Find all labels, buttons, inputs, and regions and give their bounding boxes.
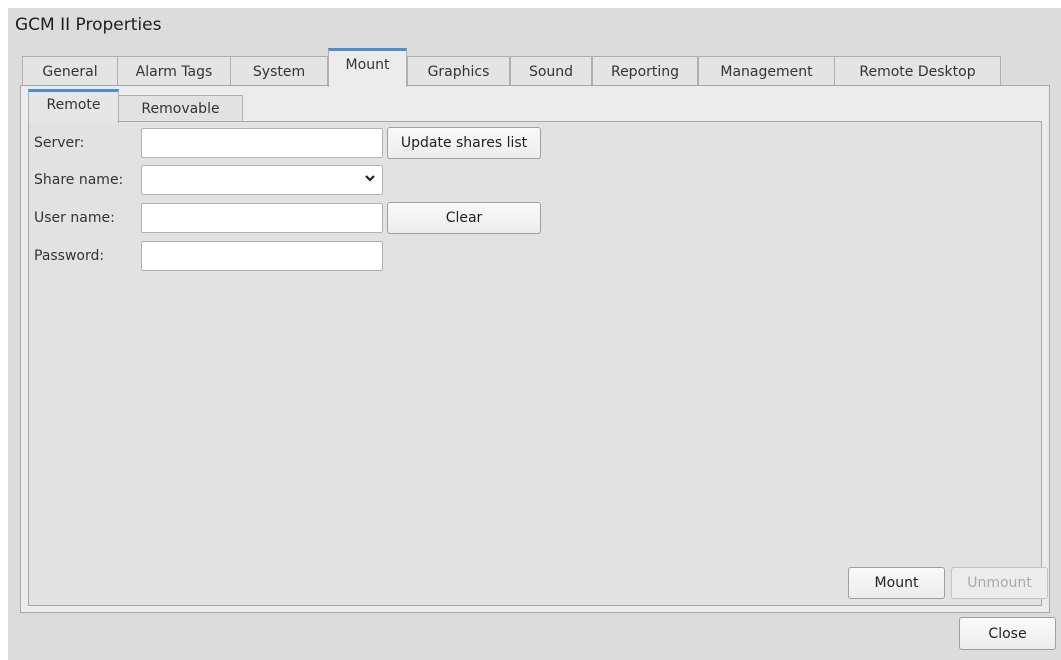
user-name-label: User name: (34, 210, 115, 226)
server-label: Server: (34, 135, 85, 151)
dialog-title: GCM II Properties (15, 15, 162, 35)
tab-system[interactable]: System (230, 56, 328, 86)
close-button[interactable]: Close (959, 617, 1056, 650)
mount-panel: Remote Removable Server: Update shares l… (20, 85, 1050, 613)
remote-panel: Server: Update shares list Share name: U… (28, 121, 1048, 606)
tab-removable[interactable]: Removable (118, 95, 243, 122)
tab-graphics[interactable]: Graphics (407, 56, 510, 86)
tab-remote[interactable]: Remote (28, 89, 119, 123)
tab-remote-desktop[interactable]: Remote Desktop (834, 56, 1001, 86)
tab-alarm-tags[interactable]: Alarm Tags (117, 56, 231, 86)
tab-mount[interactable]: Mount (328, 48, 407, 87)
tab-reporting[interactable]: Reporting (592, 56, 698, 86)
tab-sound[interactable]: Sound (510, 56, 592, 86)
user-name-input[interactable] (141, 203, 383, 233)
properties-dialog: GCM II Properties General Alarm Tags Sys… (8, 8, 1061, 660)
password-input[interactable] (141, 241, 383, 271)
tab-management[interactable]: Management (698, 56, 835, 86)
unmount-button[interactable]: Unmount (951, 567, 1048, 599)
update-shares-list-button[interactable]: Update shares list (387, 127, 541, 159)
mount-button[interactable]: Mount (848, 567, 945, 599)
tab-general[interactable]: General (22, 56, 118, 86)
share-name-label: Share name: (34, 172, 124, 188)
clear-button[interactable]: Clear (387, 202, 541, 234)
password-label: Password: (34, 248, 105, 264)
server-input[interactable] (141, 128, 383, 158)
chevron-down-icon[interactable] (364, 172, 376, 188)
share-name-select[interactable] (141, 165, 383, 195)
